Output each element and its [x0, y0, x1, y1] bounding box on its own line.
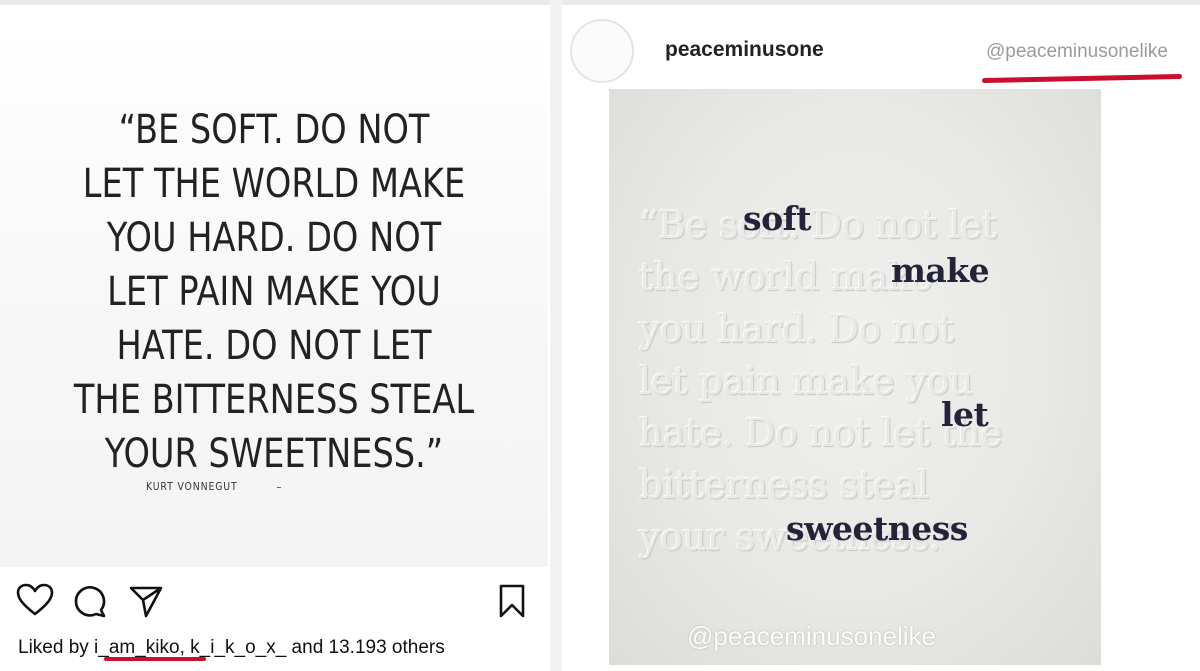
- author-dash: [277, 487, 281, 488]
- likes-separator: ,: [179, 637, 191, 658]
- ink-word: let: [941, 395, 989, 434]
- avatar[interactable]: [570, 19, 634, 83]
- handle-annotation: @peaceminusonelike: [986, 41, 1168, 62]
- quote-author: KURT VONNEGUT: [146, 480, 238, 493]
- action-bar: [14, 583, 534, 619]
- share-icon[interactable]: [128, 583, 164, 624]
- ink-word: soft: [743, 199, 812, 238]
- likes-count[interactable]: and 13.193 others: [286, 637, 445, 658]
- post-photo[interactable]: “Be soft. Do not let the world make you …: [609, 89, 1101, 665]
- ink-word: sweetness: [786, 509, 968, 548]
- likes-text: Liked by i_am_kiko, k_i_k_o_x_ and 13.19…: [18, 637, 445, 659]
- right-post: peaceminusone @peaceminusonelike “Be sof…: [562, 5, 1200, 671]
- likes-prefix: Liked by: [18, 637, 95, 658]
- post-username[interactable]: peaceminusone: [665, 38, 824, 62]
- left-post: “BE SOFT. DO NOT LET THE WORLD MAKE YOU …: [0, 5, 550, 671]
- bookmark-icon[interactable]: [498, 583, 526, 624]
- comment-icon[interactable]: [72, 583, 108, 624]
- photo-watermark: @peaceminusonelike: [687, 621, 936, 651]
- heart-icon[interactable]: [16, 583, 54, 622]
- panel-divider: [550, 0, 562, 671]
- quote-image[interactable]: “BE SOFT. DO NOT LET THE WORLD MAKE YOU …: [0, 25, 548, 567]
- liked-by-user-link[interactable]: i_am_kiko: [94, 637, 180, 658]
- quote-text: “BE SOFT. DO NOT LET THE WORLD MAKE YOU …: [73, 107, 475, 477]
- ink-word: make: [891, 251, 990, 290]
- red-underline-annotation: [104, 657, 206, 661]
- red-underline-annotation: [981, 73, 1183, 84]
- liked-by-user-link[interactable]: k_i_k_o_x_: [190, 637, 286, 658]
